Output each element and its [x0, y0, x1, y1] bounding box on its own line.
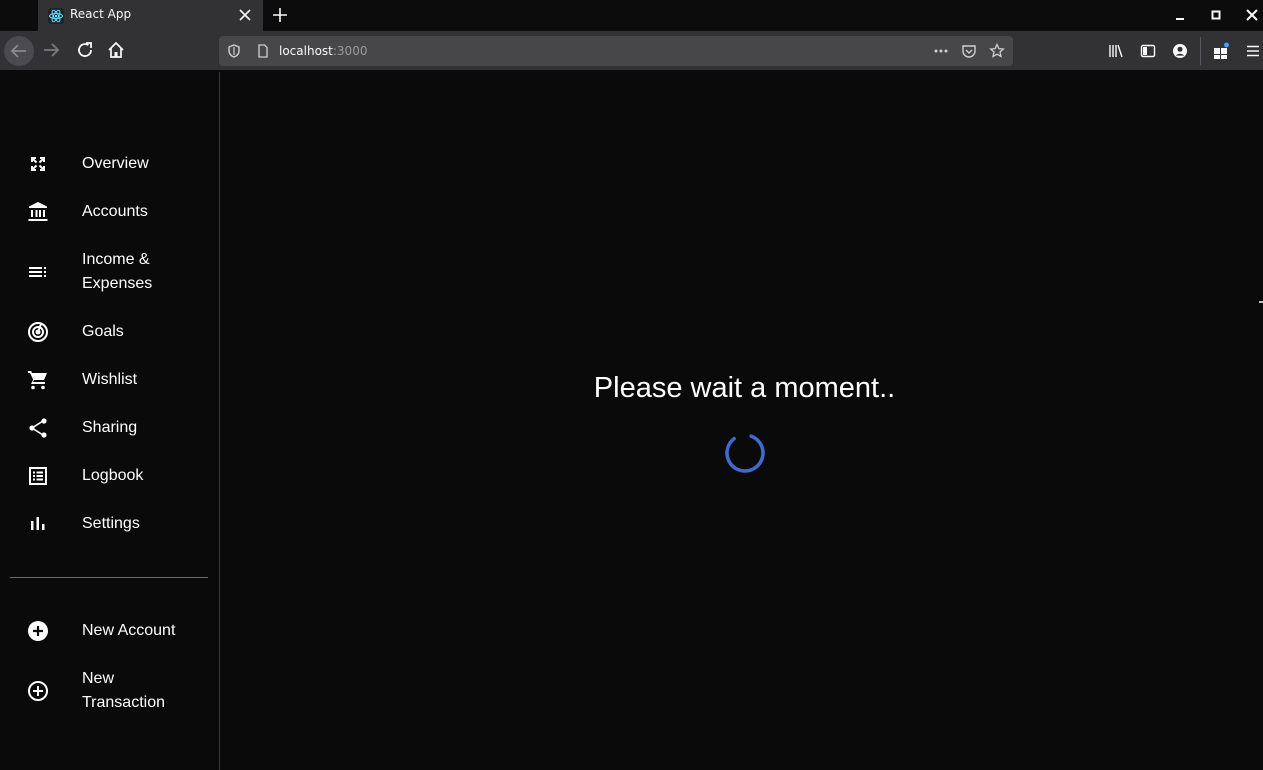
url-port: :3000: [332, 44, 368, 58]
browser-toolbar: localhost:3000: [0, 31, 1263, 71]
extensions-icon[interactable]: [1212, 42, 1230, 60]
page-icon[interactable]: [255, 43, 271, 59]
window-close-icon[interactable]: [1244, 7, 1260, 23]
bank-icon: [26, 200, 50, 224]
close-tab-icon[interactable]: [236, 6, 254, 24]
sidebar-divider: [10, 577, 208, 578]
new-transaction-label: New Transaction: [82, 670, 165, 711]
sidebar-item-label: Accounts: [82, 203, 148, 220]
sidebar-item-sharing[interactable]: Sharing: [0, 416, 219, 440]
loading-spinner: [724, 432, 766, 474]
sidebar-item-logbook[interactable]: Logbook: [0, 464, 219, 488]
loading-message: Please wait a moment..: [593, 372, 896, 404]
reload-icon[interactable]: [74, 39, 96, 61]
browser-tab-bar: React App: [0, 0, 1263, 31]
toolbar-separator: [1200, 37, 1201, 65]
sidebar-item-label: Goals: [82, 323, 124, 340]
add-circle-filled-icon: [26, 619, 50, 643]
share-icon: [26, 416, 50, 440]
react-logo-icon: [48, 8, 64, 24]
list-icon: [26, 260, 50, 284]
sidebar: Overview Accounts Income & Expenses Goal…: [0, 72, 220, 770]
sidebar-item-accounts[interactable]: Accounts: [0, 200, 219, 224]
logbook-icon: [26, 464, 50, 488]
new-transaction-button[interactable]: New Transaction: [0, 667, 219, 715]
resize-handle[interactable]: [1259, 301, 1263, 303]
address-bar[interactable]: localhost:3000: [219, 36, 1013, 66]
sidebar-item-label: Income & Expenses: [82, 251, 153, 292]
sidebar-item-wishlist[interactable]: Wishlist: [0, 368, 219, 392]
minimize-icon[interactable]: [1172, 7, 1188, 23]
new-account-button[interactable]: New Account: [0, 619, 219, 643]
pocket-icon[interactable]: [961, 43, 977, 59]
menu-hamburger-icon[interactable]: [1244, 42, 1262, 60]
maximize-icon[interactable]: [1208, 7, 1224, 23]
sidebar-item-label: Logbook: [82, 467, 144, 484]
library-icon[interactable]: [1107, 42, 1125, 60]
sidebar-item-settings[interactable]: Settings: [0, 512, 219, 536]
cart-icon: [26, 368, 50, 392]
bookmark-star-icon[interactable]: [989, 42, 1005, 59]
add-circle-outline-icon: [26, 679, 50, 703]
sidebar-item-income-expenses[interactable]: Income & Expenses: [0, 248, 219, 296]
url-host: localhost: [279, 44, 333, 58]
sidebar-item-label: Settings: [82, 515, 140, 532]
sidebar-item-label: Sharing: [82, 419, 138, 436]
forward-icon[interactable]: [40, 39, 62, 61]
fullscreen-icon: [26, 152, 50, 176]
sidebar-toggle-icon[interactable]: [1139, 42, 1157, 60]
back-button[interactable]: [4, 36, 34, 66]
app-root: Overview Accounts Income & Expenses Goal…: [0, 72, 1263, 770]
sidebar-item-label: Wishlist: [82, 371, 138, 388]
bar-chart-icon: [26, 512, 50, 536]
home-icon[interactable]: [105, 39, 127, 61]
sidebar-item-overview[interactable]: Overview: [0, 152, 219, 176]
main-content: Please wait a moment..: [220, 72, 1263, 770]
sidebar-item-goals[interactable]: Goals: [0, 320, 219, 344]
account-icon[interactable]: [1171, 42, 1189, 60]
new-tab-icon[interactable]: [270, 5, 290, 25]
tab-title: React App: [70, 7, 132, 21]
shield-icon[interactable]: [226, 43, 242, 59]
sidebar-item-label: Overview: [82, 155, 149, 172]
target-icon: [26, 320, 50, 344]
browser-tab[interactable]: React App: [38, 0, 263, 31]
url-text[interactable]: localhost:3000: [279, 44, 367, 58]
more-actions-icon[interactable]: [933, 43, 949, 59]
new-account-label: New Account: [82, 622, 176, 639]
